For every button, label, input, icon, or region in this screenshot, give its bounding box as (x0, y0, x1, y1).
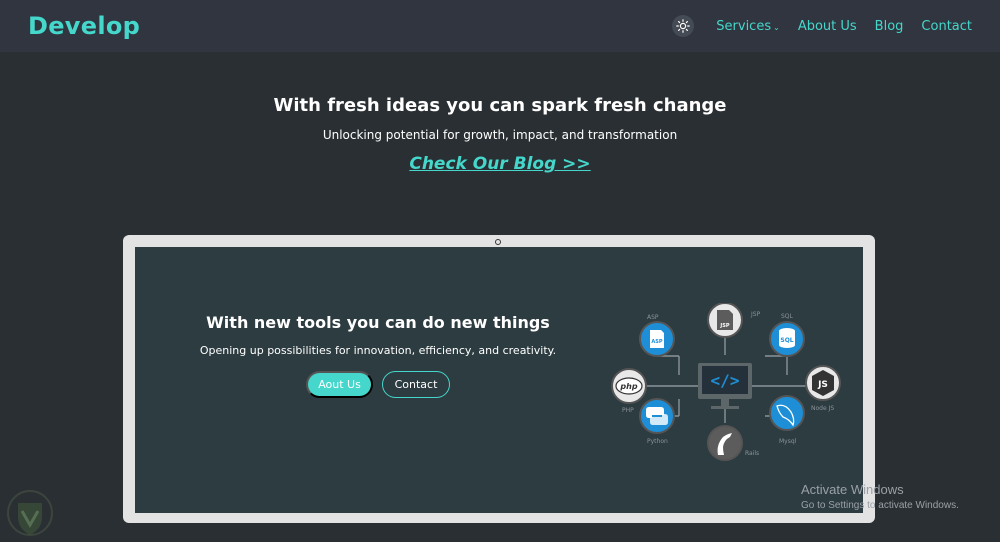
sql-icon: SQL SQL (769, 313, 805, 357)
chevron-down-icon: ⌄ (773, 22, 780, 32)
hero-section: With fresh ideas you can spark fresh cha… (0, 95, 1000, 174)
brand-logo[interactable]: Develop (28, 12, 140, 40)
jsp-label: JSP (750, 311, 761, 318)
nav-blog[interactable]: Blog (875, 19, 904, 34)
sun-icon (676, 19, 691, 33)
nav-services-label: Services (716, 18, 772, 34)
sql-label: SQL (781, 313, 794, 320)
feature-subtitle: Opening up possibilities for innovation,… (199, 344, 557, 357)
php-icon: php PHP (611, 368, 647, 414)
hero-title: With fresh ideas you can spark fresh cha… (273, 95, 727, 116)
laptop-screen: With new tools you can do new things Ope… (135, 247, 863, 513)
svg-text:SQL: SQL (780, 337, 793, 344)
mysql-label: Mysql (779, 438, 797, 445)
svg-text:JSP: JSP (719, 323, 729, 329)
hero-subtitle: Unlocking potential for growth, impact, … (322, 128, 678, 142)
nav-contact[interactable]: Contact (921, 19, 972, 34)
svg-text:php: php (619, 382, 637, 391)
theme-toggle-button[interactable] (672, 15, 695, 37)
laptop-camera (495, 239, 501, 245)
svg-text:JS: JS (817, 380, 828, 390)
about-us-button[interactable]: Aout Us (306, 371, 373, 398)
nav-services-dropdown[interactable]: Services ⌄ (716, 19, 780, 34)
python-icon: Python (639, 398, 675, 445)
rails-label: Rails (745, 450, 759, 457)
nav-links: Services ⌄ About Us Blog Contact (672, 15, 972, 37)
svg-text:ASP: ASP (651, 339, 662, 345)
code-monitor-icon: </> (698, 363, 752, 409)
rails-icon: Rails (707, 425, 759, 461)
corner-badge-logo (7, 490, 53, 536)
navbar: Develop Services ⌄ About Us Blog Contact (0, 0, 1000, 52)
tech-stack-diagram: </> JSP JSP ASP ASP SQL SQL php PHP JS N… (611, 303, 841, 461)
watermark-subtitle: Go to Settings to activate Windows. (801, 500, 959, 511)
contact-button[interactable]: Contact (382, 371, 450, 398)
activate-windows-watermark: Activate Windows Go to Settings to activ… (801, 482, 959, 511)
feature-title: With new tools you can do new things (206, 313, 550, 332)
python-label: Python (647, 438, 668, 445)
feature-buttons: Aout Us Contact (195, 371, 561, 398)
asp-icon: ASP ASP (639, 314, 675, 357)
laptop-frame: With new tools you can do new things Ope… (123, 235, 875, 523)
watermark-title: Activate Windows (801, 482, 904, 497)
mysql-icon: Mysql (769, 395, 805, 445)
nav-about-us[interactable]: About Us (798, 19, 857, 34)
feature-text: With new tools you can do new things Ope… (195, 313, 561, 398)
nodejs-label: Node JS (811, 405, 834, 412)
check-blog-link[interactable]: Check Our Blog >> (409, 154, 590, 174)
php-label: PHP (622, 407, 634, 414)
asp-label: ASP (647, 314, 659, 321)
code-label: </> (711, 371, 740, 390)
nodejs-icon: JS Node JS (805, 365, 841, 412)
jsp-icon: JSP JSP (707, 303, 761, 338)
